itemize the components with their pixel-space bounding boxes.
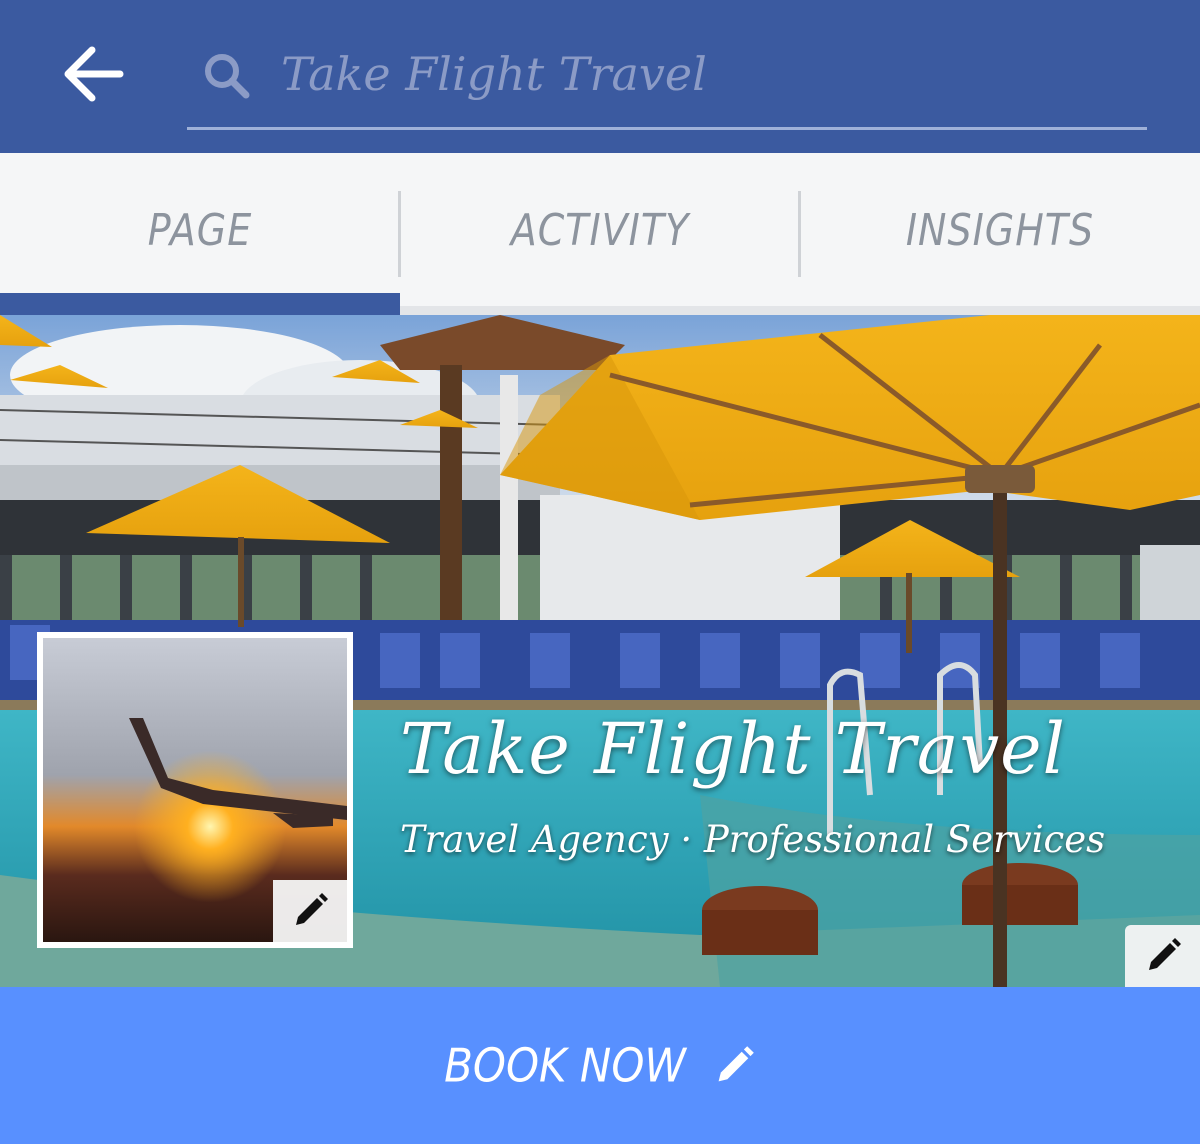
profile-picture[interactable] xyxy=(37,632,353,948)
search-input[interactable] xyxy=(279,38,1123,110)
book-now-label: BOOK NOW xyxy=(444,1038,686,1093)
page-name: Take Flight Travel xyxy=(400,708,1066,790)
tab-page-label: PAGE xyxy=(147,204,253,256)
tab-insights[interactable]: INSIGHTS xyxy=(800,153,1200,315)
tab-bar-shadow xyxy=(400,306,1200,315)
tab-activity[interactable]: ACTIVITY xyxy=(400,153,800,315)
search-field[interactable] xyxy=(187,30,1147,130)
book-now-button[interactable]: BOOK NOW xyxy=(0,987,1200,1144)
edit-profile-picture-button[interactable] xyxy=(273,880,347,942)
page-category: Travel Agency · Professional Services xyxy=(400,818,1106,861)
edit-cover-button[interactable] xyxy=(1125,925,1200,987)
tab-page[interactable]: PAGE xyxy=(0,153,400,315)
search-icon xyxy=(205,54,250,99)
pencil-icon xyxy=(718,1045,754,1081)
active-tab-indicator xyxy=(0,293,400,315)
tab-activity-label: ACTIVITY xyxy=(510,204,690,256)
pencil-icon xyxy=(296,893,328,925)
pencil-icon xyxy=(1148,938,1181,970)
tab-insights-label: INSIGHTS xyxy=(905,204,1095,256)
arrow-left-icon xyxy=(64,46,124,102)
back-button[interactable] xyxy=(54,38,134,110)
page-tabs: PAGE ACTIVITY INSIGHTS xyxy=(0,153,1200,315)
top-search-bar xyxy=(0,0,1200,153)
